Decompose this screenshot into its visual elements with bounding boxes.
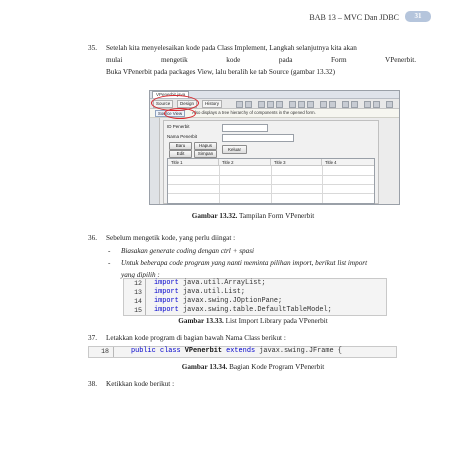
hapus-button[interactable]: Hapus <box>194 142 217 150</box>
figure-caption: Gambar 13.32. Tampilan Form VPenerbit <box>90 212 416 220</box>
highlight-circle <box>164 108 196 119</box>
item-37-number: 37. <box>88 334 97 342</box>
code-text: java.util.ArrayList; <box>178 279 266 287</box>
figure-caption-text: Bagian Kode Program VPenerbit <box>227 363 325 371</box>
figure-caption-text: List Import Library pada VPenerbit <box>223 317 328 325</box>
code-keyword: import <box>154 279 179 287</box>
toolbar-icon[interactable] <box>342 101 349 108</box>
line-number: 15 <box>134 307 142 314</box>
figure-label: Gambar 13.33. <box>178 317 224 325</box>
item-35-line1: Setelah kita menyelesaikan kode pada Cla… <box>106 44 357 52</box>
toolbar-icon[interactable] <box>307 101 314 108</box>
line-number: 14 <box>134 298 142 305</box>
line-number: 13 <box>134 289 142 296</box>
toolbar-icon[interactable] <box>364 101 371 108</box>
label-nama-penerbit: Nama Penerbit <box>167 134 198 139</box>
item-38-number: 38. <box>88 380 97 388</box>
edit-button[interactable]: Edit <box>169 150 192 158</box>
item-36-text: Sebelum mengetik kode, yang perlu diinga… <box>106 234 236 242</box>
figure-label: Gambar 13.32. <box>191 212 238 220</box>
table-header[interactable]: Title 2 <box>219 159 271 166</box>
toolbar-icon[interactable] <box>245 101 252 108</box>
code-keyword: public <box>131 347 156 355</box>
item-35-line2: mulai mengetik kode pada Form VPenerbit. <box>106 56 416 64</box>
table-header[interactable]: Title 4 <box>322 159 374 166</box>
figure-caption: Gambar 13.34. Bagian Kode Program VPener… <box>90 363 416 371</box>
table-row[interactable] <box>168 175 374 176</box>
figure-label: Gambar 13.34. <box>181 363 228 371</box>
toolbar-icon[interactable] <box>236 101 243 108</box>
toolbar-icon[interactable] <box>320 101 327 108</box>
figure-caption-text: Tampilan Form VPenerbit <box>237 212 315 220</box>
code-line: 18 public class VPenerbit extends javax.… <box>89 347 396 356</box>
table-header[interactable]: Title 1 <box>168 159 219 166</box>
toolbar-icon[interactable] <box>329 101 336 108</box>
table-row[interactable] <box>168 193 374 194</box>
history-tab-button[interactable]: History <box>202 100 223 108</box>
class-code-block: 18 public class VPenerbit extends javax.… <box>88 346 397 358</box>
code-keyword: class <box>159 347 181 355</box>
figure-caption: Gambar 13.33. List Import Library pada V… <box>90 317 416 325</box>
table-header[interactable]: Title 3 <box>271 159 322 166</box>
code-text: javax.swing.JFrame { <box>255 347 342 355</box>
tooltip-text: Also displays a tree hierarchy of compon… <box>192 110 316 115</box>
toolbar-icon[interactable] <box>351 101 358 108</box>
label-id-penerbit: ID Penerbit <box>167 124 190 129</box>
toolbar-icon[interactable] <box>298 101 305 108</box>
toolbar-icon[interactable] <box>289 101 296 108</box>
item-37-text: Letakkan kode program di bagian bawah Na… <box>106 334 286 342</box>
page-number-badge: 31 <box>405 11 431 22</box>
toolbar-icon[interactable] <box>267 101 274 108</box>
item-38-text: Ketikkan kode berikut : <box>106 380 175 388</box>
toolbar-icon[interactable] <box>386 101 393 108</box>
toolbar-icon[interactable] <box>276 101 283 108</box>
jframe-form: ID Penerbit Nama Penerbit Baru Hapus Edi… <box>163 120 379 204</box>
id-penerbit-field[interactable] <box>222 124 268 132</box>
line-number: 12 <box>134 280 142 287</box>
toolbar-icon[interactable] <box>373 101 380 108</box>
code-line: 12 import java.util.ArrayList; <box>124 279 386 288</box>
code-line: 14 import javax.swing.JOptionPane; <box>124 297 386 306</box>
form-screenshot: VPenerbit.java Source Design History Sou… <box>149 90 400 205</box>
line-number: 18 <box>101 348 109 355</box>
code-text: javax.swing.JOptionPane; <box>178 297 283 305</box>
code-text: javax.swing.table.DefaultTableModel; <box>178 306 332 314</box>
code-keyword: import <box>154 288 179 296</box>
nama-penerbit-field[interactable] <box>222 134 294 142</box>
code-line: 13 import java.util.List; <box>124 288 386 297</box>
code-keyword: import <box>154 297 179 305</box>
toolbar-icon[interactable] <box>258 101 265 108</box>
data-table[interactable]: Title 1 Title 2 Title 3 Title 4 <box>167 158 375 204</box>
item-36-number: 36. <box>88 234 97 242</box>
code-keyword: import <box>154 306 179 314</box>
chapter-header: BAB 13 – MVC Dan JDBC <box>309 13 399 22</box>
class-name: VPenerbit <box>184 347 222 355</box>
keluar-button[interactable]: Keluar <box>222 145 247 154</box>
code-text: java.util.List; <box>178 288 245 296</box>
import-code-block: 12 import java.util.ArrayList; 13 import… <box>123 278 387 316</box>
code-line: 15 import javax.swing.table.DefaultTable… <box>124 306 386 315</box>
table-row[interactable] <box>168 184 374 185</box>
simpan-button[interactable]: Simpan <box>194 150 217 158</box>
bullet-dash: - <box>108 259 111 267</box>
bullet-1-text: Biasakan generate coding dengan ctrl + s… <box>121 247 255 255</box>
bullet-dash: - <box>108 247 111 255</box>
code-keyword: extends <box>226 347 256 355</box>
baru-button[interactable]: Baru <box>169 142 192 150</box>
editor-side-panel <box>150 118 160 204</box>
bullet-2-line1: Untuk beberapa code program yang nanti m… <box>121 259 368 267</box>
item-35-number: 35. <box>88 44 97 52</box>
item-35-line3: Buka VPenerbit pada packages View, lalu … <box>106 68 335 76</box>
